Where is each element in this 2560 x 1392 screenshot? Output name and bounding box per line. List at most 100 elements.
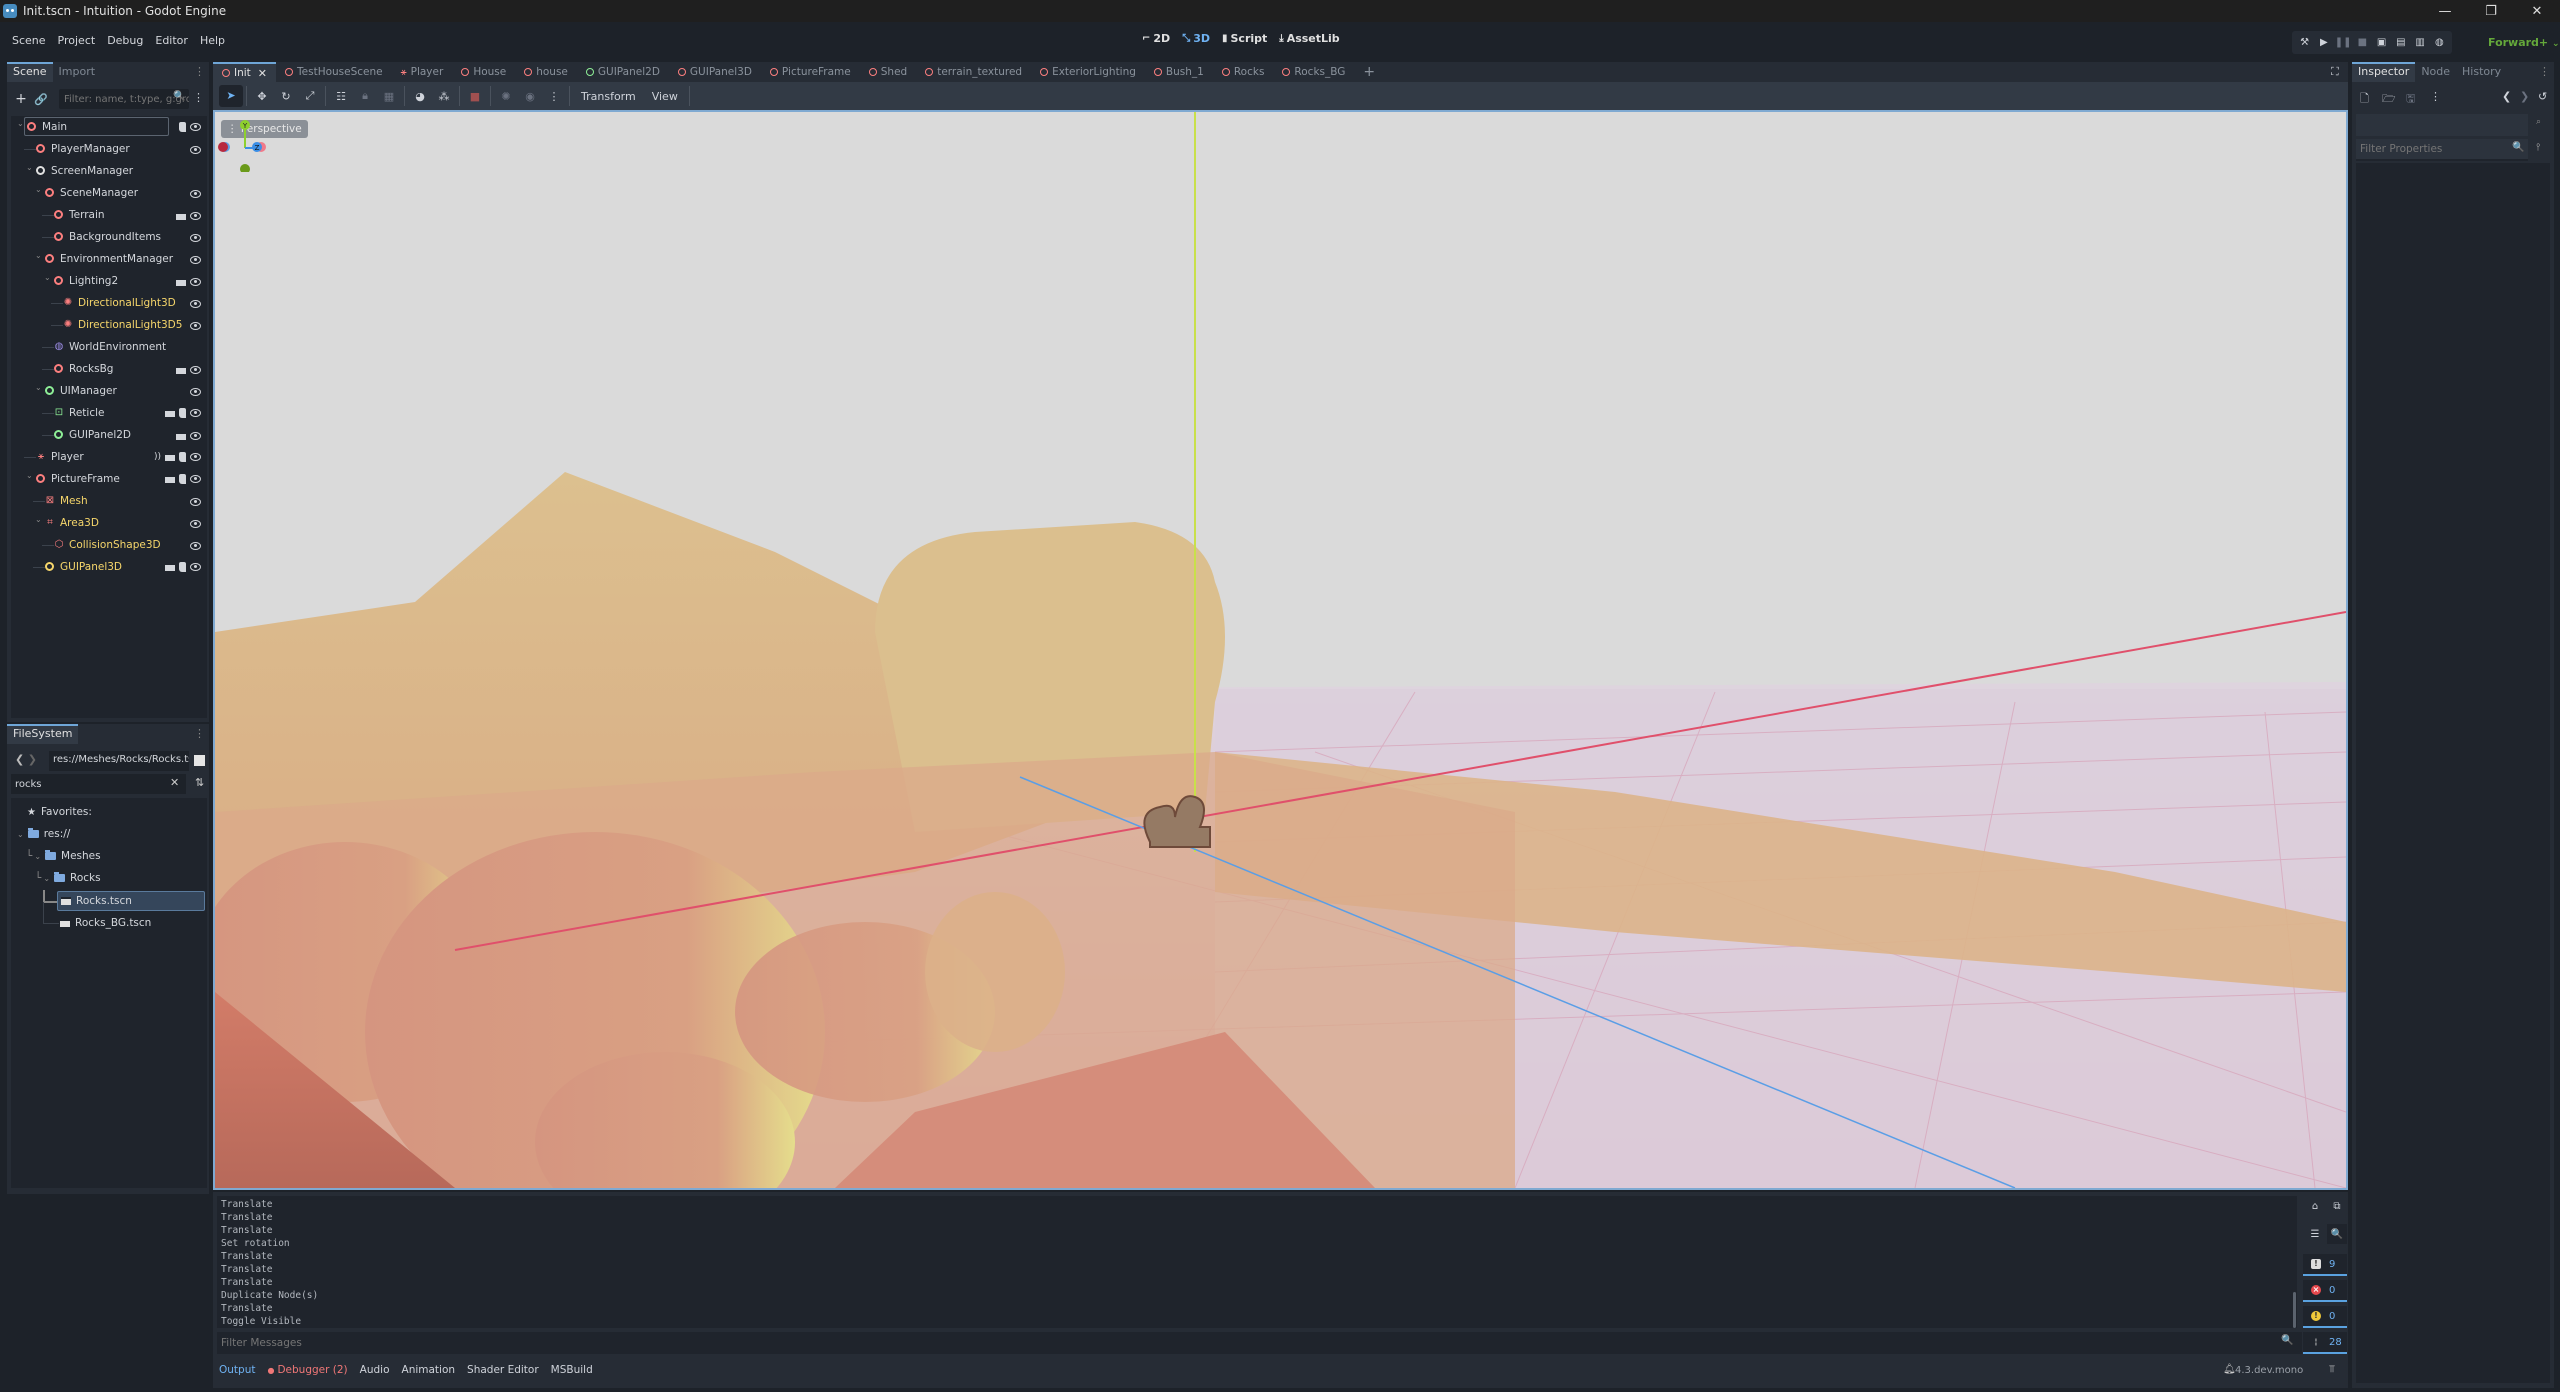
transform-menu[interactable]: Transform [573,90,644,103]
collapse-duplicates-icon[interactable]: ☰ [2305,1224,2325,1244]
restore-button[interactable]: ❐ [2468,0,2514,22]
visibility-eye-icon[interactable] [190,255,201,264]
folder-res[interactable]: ⌄ res:// [17,824,70,844]
scene-tab-init[interactable]: Init ✕ [213,62,277,82]
scene-options-icon[interactable]: ⋮ [193,91,204,104]
script-icon[interactable] [179,452,186,462]
visibility-eye-icon[interactable] [190,277,201,286]
view-menu[interactable]: View [644,90,686,103]
scene-node-reticle[interactable]: ⊡ Reticle [11,402,207,424]
scene-node-environmentmanager[interactable]: ⌄ EnvironmentManager [11,248,207,270]
expand-bottom-panel-icon[interactable]: ⫪ [2329,1364,2335,1375]
open-in-editor-icon[interactable] [165,453,175,461]
workspace-2d-button[interactable]: ⌐ 2D [1142,32,1170,45]
object-history-icon[interactable]: ↺ [2538,90,2547,103]
snap-icon[interactable]: ⁂ [432,90,456,103]
scene-tab-terrain_textured[interactable]: terrain_textured [916,62,1031,82]
stop-icon[interactable]: ■ [2353,37,2371,48]
environment-preview-icon[interactable]: ◉ [518,90,542,103]
tab-filesystem[interactable]: FileSystem [7,724,79,744]
expand-arrow-icon[interactable]: ⌄ [35,185,42,194]
menu-editor[interactable]: Editor [149,31,194,50]
scene-filter-input[interactable] [59,89,189,109]
instance-scene-button[interactable]: 🔗 [31,93,51,106]
scene-node-directionallight3d[interactable]: ✺ DirectionalLight3D [11,292,207,314]
visibility-eye-icon[interactable] [190,189,201,198]
workspace-assetlib-button[interactable]: ⤓ AssetLib [1279,32,1339,45]
visibility-eye-icon[interactable] [190,453,201,461]
scene-node-area3d[interactable]: ⌄ ⌗ Area3D [11,512,207,534]
filter-properties-input[interactable] [2356,139,2528,161]
messages-filter-toggle[interactable]: ! 9 [2303,1254,2347,1276]
bottom-tab-debugger-2[interactable]: Debugger (2) [267,1364,347,1376]
expand-arrow-icon[interactable]: ⌄ [26,163,33,172]
script-icon[interactable] [179,122,186,132]
tab-node[interactable]: Node [2415,62,2456,82]
visibility-eye-icon[interactable] [190,321,201,330]
visibility-eye-icon[interactable] [190,123,201,131]
filter-messages-input[interactable] [217,1332,2302,1354]
minimize-button[interactable]: — [2422,0,2468,22]
open-in-editor-icon[interactable] [176,211,186,220]
dock-menu-icon[interactable]: ⋮ [194,65,205,78]
script-icon[interactable] [179,562,186,572]
scene-node-guipanel2d[interactable]: GUIPanel2D [11,424,207,446]
scene-node-playermanager[interactable]: PlayerManager [11,138,207,160]
bottom-tab-output[interactable]: Output [219,1364,255,1376]
scene-tab-house[interactable]: house [515,62,577,82]
visibility-eye-icon[interactable] [190,541,201,550]
editor-messages-filter-toggle[interactable]: ¦ 28 [2303,1332,2347,1354]
script-icon[interactable] [179,474,186,484]
errors-filter-toggle[interactable]: × 0 [2303,1280,2347,1302]
menu-project[interactable]: Project [52,31,102,50]
visibility-eye-icon[interactable] [190,145,201,154]
menu-scene[interactable]: Scene [6,31,52,50]
pause-icon[interactable]: ❚❚ [2334,37,2352,48]
clear-search-icon[interactable]: ✕ [170,776,179,789]
dock-menu-icon[interactable]: ⋮ [194,727,205,740]
bottom-tab-shader-editor[interactable]: Shader Editor [467,1364,539,1376]
tab-scene[interactable]: Scene [7,62,53,82]
toggle-split-view-icon[interactable] [194,755,205,766]
sort-icon[interactable]: ⇅ [195,776,204,789]
lock-icon[interactable]: 🔒︎ [353,89,377,103]
scene-tab-pictureframe[interactable]: PictureFrame [761,62,860,82]
scene-node-pictureframe[interactable]: ⌄ PictureFrame [11,468,207,490]
local-space-icon[interactable]: ◕ [408,90,432,103]
visibility-eye-icon[interactable] [190,475,201,483]
filesystem-path-field[interactable]: res://Meshes/Rocks/Rocks.tscn [49,751,189,771]
scene-node-worldenvironment[interactable]: ◍ WorldEnvironment [11,336,207,358]
play-custom-scene-icon[interactable]: ▥ [2411,37,2429,48]
more-icon[interactable]: ⋮ [542,90,566,103]
scene-node-backgrounditems[interactable]: BackgroundItems [11,226,207,248]
workspace-script-button[interactable]: ▮ Script [1222,32,1267,45]
scene-tab-shed[interactable]: Shed [860,62,916,82]
view-gizmo[interactable]: Y Z [215,112,275,172]
visibility-eye-icon[interactable] [190,233,201,242]
renderer-dropdown[interactable]: Forward+ ⌄ [2488,36,2560,49]
scene-node-mesh[interactable]: ⊠ Mesh [11,490,207,512]
visibility-eye-icon[interactable] [190,431,201,440]
favorites-item[interactable]: ★ Favorites: [27,802,92,822]
open-in-editor-icon[interactable] [165,563,175,571]
scene-tab-player[interactable]: ⚹ Player [392,62,453,82]
new-resource-icon[interactable]: 🗋 [2360,90,2369,109]
toggle-search-icon[interactable]: 🔍 [2327,1224,2347,1244]
scene-node-main[interactable]: ⌄ Main [11,116,207,138]
visibility-eye-icon[interactable] [190,365,201,374]
open-in-editor-icon[interactable] [176,431,186,440]
save-resource-icon[interactable]: 🖫 [2406,90,2415,109]
scene-node-guipanel3d[interactable]: GUIPanel3D [11,556,207,578]
distraction-free-icon[interactable]: ⛶ [2331,65,2339,79]
sun-preview-icon[interactable]: ✺ [494,90,518,103]
tab-history[interactable]: History [2456,62,2507,82]
group-icon[interactable]: ▦ [377,90,401,103]
list-select-icon[interactable]: ☷ [329,90,353,103]
scene-node-scenemanager[interactable]: ⌄ SceneManager [11,182,207,204]
build-icon[interactable]: ⚒ [2296,37,2314,48]
inspected-object-field[interactable] [2356,114,2528,136]
visibility-eye-icon[interactable] [190,299,201,308]
scene-node-uimanager[interactable]: ⌄ UIManager [11,380,207,402]
scene-tab-testhousescene[interactable]: TestHouseScene [276,62,392,82]
open-in-editor-icon[interactable] [176,365,186,374]
